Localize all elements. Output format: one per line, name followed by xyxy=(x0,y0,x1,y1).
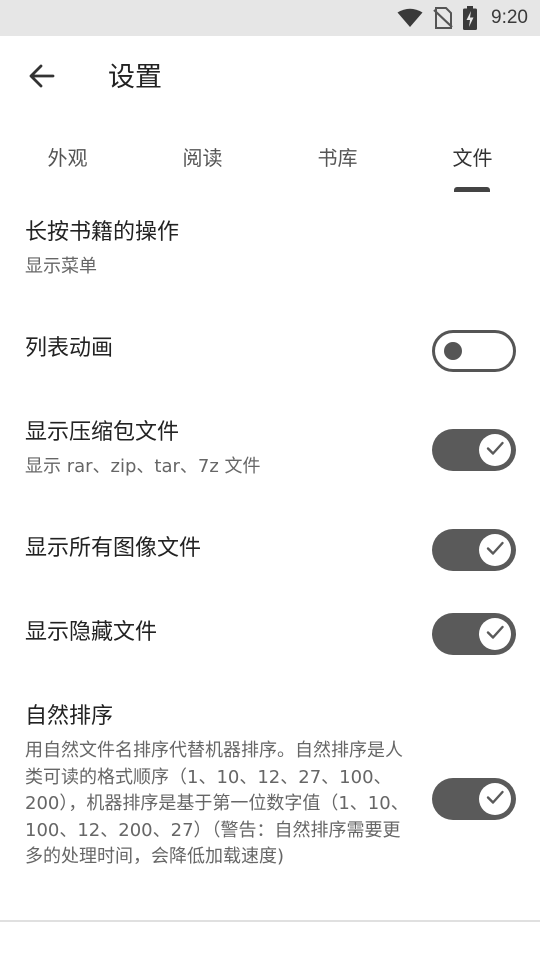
tab-appearance[interactable]: 外观 xyxy=(0,120,135,192)
setting-title: 长按书籍的操作 xyxy=(25,220,180,245)
divider xyxy=(0,920,540,922)
setting-show-archives[interactable]: 显示压缩包文件 显示 rar、zip、tar、7z 文件 xyxy=(0,400,540,500)
show-hidden-switch[interactable] xyxy=(432,613,516,655)
setting-title: 显示压缩包文件 xyxy=(25,420,180,445)
setting-long-press-action[interactable]: 长按书籍的操作 显示菜单 xyxy=(0,200,540,292)
status-time: 9:20 xyxy=(491,7,528,28)
battery-charging-icon xyxy=(463,6,478,30)
arrow-left-icon xyxy=(28,62,56,94)
switch-knob xyxy=(479,434,511,466)
setting-show-all-images[interactable]: 显示所有图像文件 xyxy=(0,508,540,592)
setting-show-hidden[interactable]: 显示隐藏文件 xyxy=(0,592,540,676)
tab-reading[interactable]: 阅读 xyxy=(135,120,270,192)
page-title: 设置 xyxy=(108,62,162,93)
check-icon xyxy=(485,438,505,462)
setting-summary: 显示菜单 xyxy=(25,256,97,277)
app-bar: 设置 xyxy=(0,36,540,120)
setting-summary: 显示 rar、zip、tar、7z 文件 xyxy=(25,456,261,477)
setting-title: 列表动画 xyxy=(25,336,114,361)
back-button[interactable] xyxy=(20,58,64,98)
check-icon xyxy=(485,622,505,646)
switch-knob xyxy=(479,534,511,566)
switch-knob xyxy=(479,618,511,650)
tab-files[interactable]: 文件 xyxy=(405,120,540,192)
show-all-images-switch[interactable] xyxy=(432,529,516,571)
status-icons: 9:20 xyxy=(397,0,528,36)
setting-title: 自然排序 xyxy=(25,704,114,729)
switch-knob xyxy=(444,342,462,360)
tab-bar: 外观 阅读 书库 文件 xyxy=(0,120,540,192)
tab-indicator xyxy=(454,187,490,192)
setting-title: 显示所有图像文件 xyxy=(25,536,202,561)
setting-title: 显示隐藏文件 xyxy=(25,620,158,645)
switch-knob xyxy=(479,783,511,815)
setting-summary: 用自然文件名排序代替机器排序。自然排序是人类可读的格式顺序（1、10、12、27… xyxy=(25,740,409,867)
setting-natural-sort[interactable]: 自然排序 用自然文件名排序代替机器排序。自然排序是人类可读的格式顺序（1、10、… xyxy=(0,690,540,910)
natural-sort-switch[interactable] xyxy=(432,778,516,820)
show-archives-switch[interactable] xyxy=(432,429,516,471)
wifi-icon xyxy=(397,8,423,28)
check-icon xyxy=(485,538,505,562)
setting-list-animation[interactable]: 列表动画 xyxy=(0,310,540,394)
status-bar: 9:20 xyxy=(0,0,540,36)
tab-library[interactable]: 书库 xyxy=(270,120,405,192)
check-icon xyxy=(485,787,505,811)
list-animation-switch[interactable] xyxy=(432,330,516,372)
no-sim-icon xyxy=(433,7,453,29)
